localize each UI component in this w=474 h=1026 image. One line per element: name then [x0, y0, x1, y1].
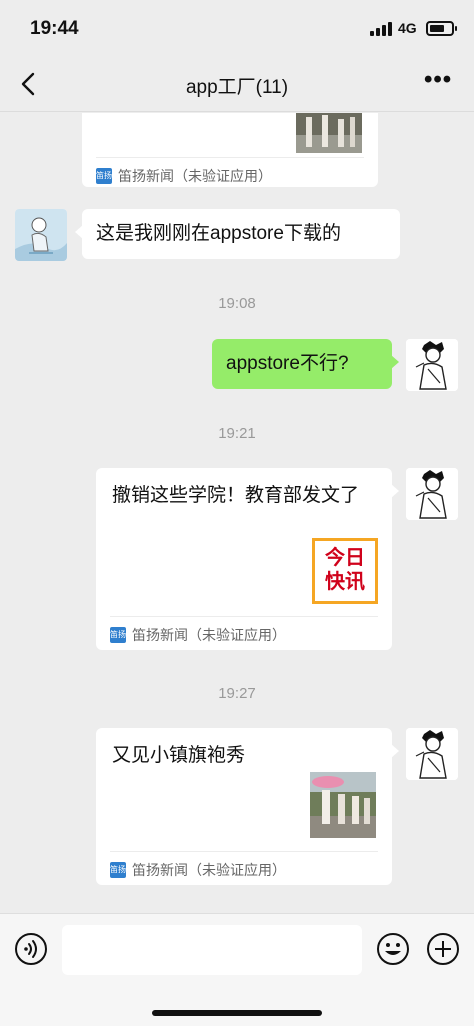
signal-icon — [370, 22, 392, 36]
app-source: 笛扬新闻（未验证应用） — [132, 862, 286, 878]
nav-bar: app工厂(11) ••• — [0, 56, 474, 112]
news-card[interactable]: 又见小镇旗袍秀 笛扬 笛扬新闻（未验证应用） — [96, 728, 399, 885]
app-logo: 笛扬 — [110, 627, 126, 643]
app-logo: 笛扬 — [110, 862, 126, 878]
news-card[interactable]: 笛扬 笛扬新闻（未验证应用） — [82, 113, 378, 187]
news-thumbnail: 今日 快讯 — [312, 538, 378, 604]
avatar-image — [406, 468, 458, 520]
status-bar: 19:44 4G — [0, 0, 474, 56]
emoji-icon[interactable] — [376, 932, 410, 966]
card-footer: 笛扬 笛扬新闻（未验证应用） — [110, 851, 378, 885]
news-thumbnail — [296, 113, 362, 153]
avatar-image — [406, 728, 458, 780]
more-icon[interactable]: ••• — [424, 68, 454, 92]
app-source: 笛扬新闻（未验证应用） — [132, 627, 286, 643]
avatar[interactable] — [15, 209, 67, 261]
timestamp: 19:21 — [218, 425, 256, 442]
timestamp: 19:27 — [218, 685, 256, 702]
message-input[interactable] — [62, 925, 362, 975]
network-label: 4G — [398, 20, 417, 36]
my-avatar[interactable] — [406, 728, 458, 780]
status-time: 19:44 — [30, 18, 79, 39]
chat-area[interactable]: 笛扬 笛扬新闻（未验证应用） 这是我刚刚在appstore下载的 19:08 a… — [0, 113, 474, 913]
thumb-text: 今日 — [325, 547, 365, 569]
message-text: 这是我刚刚在appstore下载的 — [96, 223, 341, 244]
news-thumbnail — [310, 772, 376, 838]
message-text: appstore不行? — [226, 353, 349, 374]
thumb-text: 快讯 — [325, 571, 365, 593]
avatar-image — [15, 209, 67, 261]
plus-icon[interactable] — [426, 932, 460, 966]
news-title: 撤销这些学院！教育部发文了 — [112, 485, 360, 506]
card-footer: 笛扬 笛扬新闻（未验证应用） — [96, 157, 364, 191]
app-logo: 笛扬 — [96, 168, 112, 184]
news-card[interactable]: 撤销这些学院！教育部发文了 今日 快讯 笛扬 笛扬新闻（未验证应用） — [96, 468, 399, 650]
avatar-image — [406, 339, 458, 391]
battery-icon — [426, 21, 457, 36]
message-bubble[interactable]: appstore不行? — [212, 339, 399, 389]
card-footer: 笛扬 笛扬新闻（未验证应用） — [110, 616, 378, 650]
home-indicator — [152, 1010, 322, 1016]
my-avatar[interactable] — [406, 339, 458, 391]
app-source: 笛扬新闻（未验证应用） — [118, 168, 272, 184]
my-avatar[interactable] — [406, 468, 458, 520]
message-bubble[interactable]: 这是我刚刚在appstore下载的 — [75, 209, 400, 259]
timestamp: 19:08 — [218, 295, 256, 312]
chat-title: app工厂(11) — [185, 77, 289, 98]
news-title: 又见小镇旗袍秀 — [112, 745, 246, 766]
voice-icon[interactable] — [14, 932, 48, 966]
input-bar — [0, 913, 474, 1026]
